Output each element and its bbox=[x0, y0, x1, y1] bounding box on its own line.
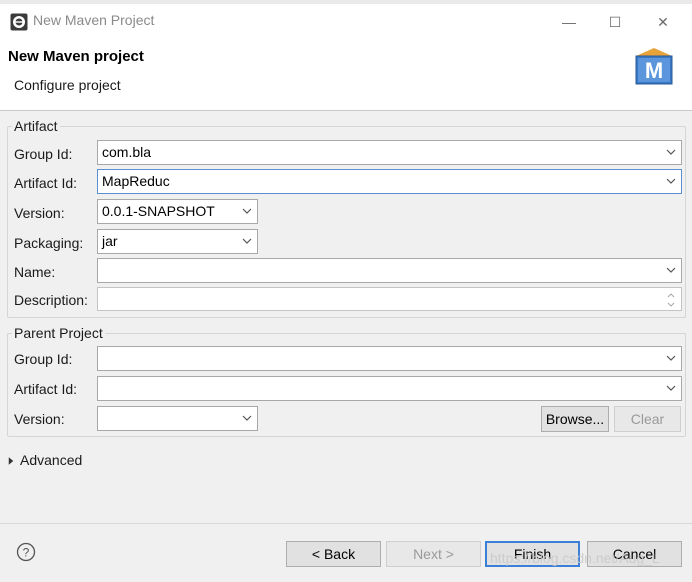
page-title: New Maven project bbox=[8, 48, 144, 65]
wizard-content: Artifact Group Id: com.bla Artifact Id: … bbox=[0, 111, 692, 523]
packaging-label: Packaging: bbox=[14, 235, 84, 251]
parent-project-group-title: Parent Project bbox=[12, 325, 105, 341]
description-label: Description: bbox=[14, 292, 88, 308]
title-bar[interactable]: New Maven Project — ☐ ✕ bbox=[0, 4, 692, 36]
watermark-text: https://blog.csdn.net/Aug_L bbox=[490, 550, 660, 566]
parent-group-id-label: Group Id: bbox=[14, 351, 73, 367]
help-button[interactable]: ? bbox=[16, 542, 36, 562]
maven-logo-icon: M bbox=[635, 48, 673, 85]
chevron-down-icon[interactable] bbox=[665, 173, 677, 189]
artifact-id-combo[interactable]: MapReduc bbox=[97, 169, 682, 194]
chevron-down-icon[interactable] bbox=[665, 380, 677, 396]
parent-version-combo[interactable] bbox=[97, 406, 258, 431]
group-id-combo[interactable]: com.bla bbox=[97, 140, 682, 165]
eclipse-app-icon bbox=[10, 13, 28, 31]
parent-group-id-combo[interactable] bbox=[97, 346, 682, 371]
wizard-header: New Maven project Configure project M bbox=[0, 36, 692, 110]
window-title: New Maven Project bbox=[33, 12, 155, 28]
wizard-footer: ? < Back Next > Finish Cancel https://bl… bbox=[0, 524, 692, 582]
clear-button[interactable]: Clear bbox=[614, 406, 681, 432]
advanced-label: Advanced bbox=[20, 452, 83, 468]
version-value: 0.0.1-SNAPSHOT bbox=[102, 203, 215, 219]
chevron-down-icon[interactable] bbox=[665, 262, 677, 278]
minimize-button[interactable]: — bbox=[546, 8, 592, 36]
version-combo[interactable]: 0.0.1-SNAPSHOT bbox=[97, 199, 258, 224]
chevron-right-icon bbox=[8, 457, 14, 465]
page-description: Configure project bbox=[14, 77, 121, 93]
packaging-value: jar bbox=[102, 233, 118, 249]
artifact-id-label: Artifact Id: bbox=[14, 175, 78, 191]
group-id-label: Group Id: bbox=[14, 146, 73, 162]
artifact-id-value: MapReduc bbox=[102, 173, 170, 189]
advanced-section-toggle[interactable]: Advanced bbox=[8, 452, 98, 470]
parent-version-label: Version: bbox=[14, 411, 65, 427]
packaging-combo[interactable]: jar bbox=[97, 229, 258, 254]
group-id-value: com.bla bbox=[102, 144, 152, 160]
help-icon: ? bbox=[16, 542, 36, 562]
maximize-button[interactable]: ☐ bbox=[592, 8, 638, 36]
version-label: Version: bbox=[14, 205, 65, 221]
parent-artifact-id-label: Artifact Id: bbox=[14, 381, 78, 397]
chevron-down-icon[interactable] bbox=[241, 233, 253, 249]
parent-artifact-id-combo[interactable] bbox=[97, 376, 682, 401]
chevron-down-icon[interactable] bbox=[241, 203, 253, 219]
close-button[interactable]: ✕ bbox=[640, 8, 686, 36]
next-button[interactable]: Next > bbox=[386, 541, 481, 567]
chevron-down-icon[interactable] bbox=[665, 350, 677, 366]
browse-button[interactable]: Browse... bbox=[541, 406, 609, 432]
chevron-down-icon[interactable] bbox=[665, 144, 677, 160]
scroll-arrows-icon[interactable] bbox=[665, 289, 677, 311]
maven-logo-letter: M bbox=[645, 58, 663, 83]
back-button[interactable]: < Back bbox=[286, 541, 381, 567]
name-label: Name: bbox=[14, 264, 56, 280]
description-textarea[interactable] bbox=[97, 287, 682, 311]
chevron-down-icon[interactable] bbox=[241, 410, 253, 426]
help-glyph: ? bbox=[23, 546, 30, 560]
artifact-group-title: Artifact bbox=[12, 118, 60, 134]
name-combo[interactable] bbox=[97, 258, 682, 283]
